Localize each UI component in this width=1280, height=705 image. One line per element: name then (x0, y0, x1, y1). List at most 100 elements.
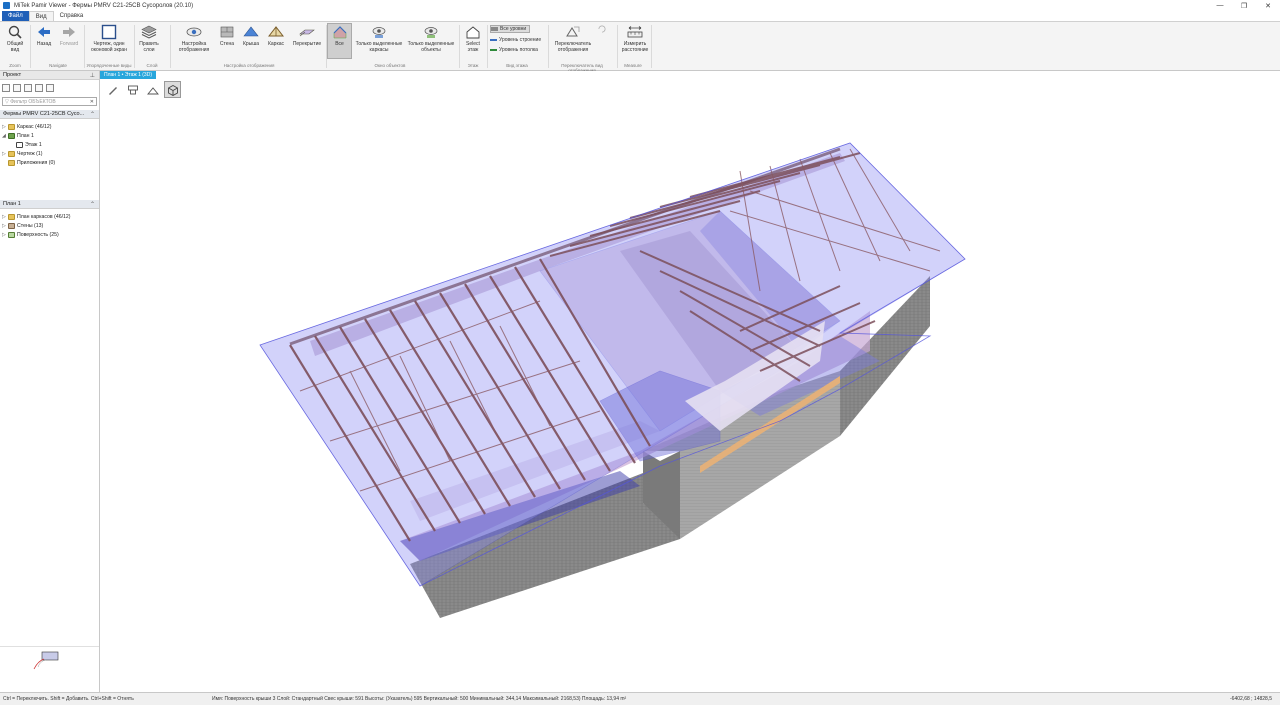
tree-item-label: Чертеж (1) (17, 151, 43, 157)
switch-display-type-button[interactable]: Переключатель отображения (551, 24, 595, 53)
forward-label: Forward (59, 41, 79, 47)
project-header-label: Проект (3, 72, 22, 78)
only-selected-frames-button[interactable]: Только выделенные каркасы (353, 24, 405, 53)
project-name-header[interactable]: Фермы PMRV C21-25CB Сусо... ⌃ (0, 110, 99, 119)
ruler-icon (627, 26, 643, 38)
minimize-button[interactable]: — (1208, 0, 1232, 11)
levels-icon (491, 27, 498, 31)
tab-view[interactable]: Вид (28, 11, 54, 21)
switch-display-type-label: Переключатель отображения (554, 41, 592, 53)
close-button[interactable]: ✕ (1256, 0, 1280, 11)
tree-item-label: План каркасов (46/12) (17, 214, 71, 220)
house-display-icon (333, 26, 346, 39)
group-zoom-label: Zoom (9, 63, 21, 68)
eye-settings-icon (186, 27, 202, 37)
all-levels-button[interactable]: Все уровни (490, 25, 531, 33)
tree-item-surfaces[interactable]: ▷ Поверхность (25) (2, 231, 59, 239)
group-display-settings-label: Настройка отображения (223, 63, 275, 68)
tree-item-storey-1[interactable]: Этаж 1 (16, 141, 42, 149)
tab-help[interactable]: Справка (54, 11, 90, 21)
display-settings-button[interactable]: Настройка отображения (174, 24, 214, 53)
tree-item-walls[interactable]: ▷ Стены (13) (2, 222, 43, 230)
frame-label: Каркас (267, 41, 285, 47)
clear-filter-icon[interactable]: ✕ (90, 99, 94, 105)
edit-layers-button[interactable]: Править слои (136, 24, 162, 53)
ribbon-tabs: Файл Вид Справка (0, 11, 1280, 22)
frame-button[interactable]: Каркас (264, 24, 288, 47)
wall-icon (8, 223, 15, 229)
level-construction-label: Уровень строение (499, 37, 542, 43)
folder-icon (8, 124, 15, 130)
tree-item-label: Этаж 1 (25, 142, 42, 148)
all-levels-label: Все уровни (500, 26, 527, 32)
sort-icon[interactable] (13, 84, 21, 92)
expand-all-icon[interactable] (2, 84, 10, 92)
house-icon (16, 142, 23, 148)
pin-icon[interactable]: ⊥ (90, 72, 95, 79)
wall-button[interactable]: Стена (216, 24, 238, 47)
floor-button[interactable]: Перекрытие (290, 24, 324, 47)
storey-icon (466, 26, 480, 39)
navigation-minimap[interactable] (0, 646, 99, 686)
chevron-up-icon[interactable]: ⌃ (90, 201, 95, 208)
tree-item-label: Стены (13) (17, 223, 44, 229)
only-selected-frames-label: Только выделенные каркасы (355, 41, 403, 53)
group-floor-label: Этаж (467, 63, 479, 68)
maximize-button[interactable]: ❐ (1232, 0, 1256, 11)
filter-toggle-icon[interactable] (46, 84, 54, 92)
tree-item-frame-plan[interactable]: ▷ План каркасов (46/12) (2, 213, 71, 221)
plan-panel-header[interactable]: План 1 ⌃ (0, 200, 99, 209)
refresh-button[interactable] (596, 24, 608, 35)
collapse-icon[interactable] (24, 84, 32, 92)
floor-label: Перекрытие (292, 41, 322, 47)
roof-label: Крыша (242, 41, 260, 47)
measure-distance-label: Измерить расстояние (621, 41, 649, 53)
back-button[interactable]: Назад (34, 24, 54, 47)
3d-viewport[interactable]: План 1 • Этаж 1 (3D) (100, 71, 1280, 692)
forward-button[interactable]: Forward (57, 24, 81, 47)
level-floor-icon (490, 49, 497, 51)
3d-model-scene (259, 142, 966, 618)
selected-objects-icon (424, 27, 438, 38)
group-measure-label: Measure (624, 63, 642, 68)
magnifier-icon (8, 25, 22, 39)
roof-button[interactable]: Крыша (240, 24, 262, 47)
arrow-left-icon (38, 27, 50, 37)
app-logo-icon (3, 2, 10, 9)
all-button[interactable]: Все (327, 23, 352, 59)
tree-item-drawing[interactable]: ▷ Чертеж (1) (2, 150, 43, 158)
edit-layers-label: Править слои (139, 41, 159, 53)
window-frame-icon (101, 24, 117, 40)
chevron-up-icon[interactable]: ⌃ (90, 111, 95, 118)
tree-item-label: Каркас (46/12) (17, 124, 52, 130)
title-bar: MiTek Pamir Viewer - Фермы PMRV C21-25CB… (0, 0, 1280, 11)
select-storey-button[interactable]: Select этаж (462, 24, 484, 53)
tree-item-attachments[interactable]: Приложения (0) (8, 159, 55, 167)
only-selected-objects-button[interactable]: Только выделенные объекты (405, 24, 457, 53)
folder-icon (8, 214, 15, 220)
all-label: Все (335, 41, 344, 47)
folder-icon (8, 151, 15, 157)
general-view-label: Общий вид (6, 41, 24, 53)
drawing-one-window-label: Чертеж, один оконовой экран (91, 41, 127, 53)
refresh-icon (598, 25, 606, 33)
measure-distance-button[interactable]: Измерить расстояние (620, 24, 650, 53)
group-layer-label: Слой (146, 63, 158, 68)
selected-frames-icon (372, 27, 386, 38)
level-floor-button[interactable]: Уровень потолка (490, 46, 538, 54)
window-title: MiTek Pamir Viewer - Фермы PMRV C21-25CB… (14, 2, 194, 9)
layers-icon (141, 25, 157, 39)
roof-icon (243, 26, 259, 37)
plan-icon (8, 133, 15, 139)
tab-file[interactable]: Файл (2, 11, 29, 21)
tree-item-frame[interactable]: ▷ Каркас (46/12) (2, 123, 52, 131)
level-floor-label: Уровень потолка (499, 47, 538, 53)
options-icon[interactable] (35, 84, 43, 92)
drawing-one-window-button[interactable]: Чертеж, один оконовой экран (88, 24, 130, 53)
level-construction-button[interactable]: Уровень строение (490, 36, 541, 44)
object-filter-input[interactable]: ▽ Фильтр ОБЪЕКТОВ ✕ (2, 97, 97, 106)
tree-item-plan-1[interactable]: ◢ План 1 (2, 132, 34, 140)
display-settings-label: Настройка отображения (178, 41, 210, 53)
truss-icon (268, 26, 284, 37)
general-view-button[interactable]: Общий вид (4, 24, 26, 53)
